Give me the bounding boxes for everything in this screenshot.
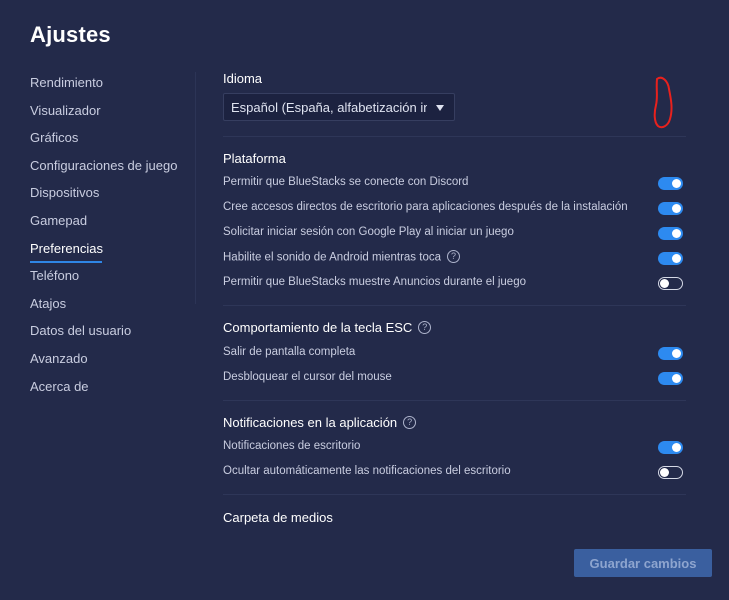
setting-row-discord: Permitir que BlueStacks se conecte con D… (223, 174, 686, 194)
sidebar-item-label: Datos del usuario (30, 323, 132, 339)
android-sound-toggle[interactable] (658, 252, 683, 265)
exit-fullscreen-toggle[interactable] (658, 347, 683, 360)
notifications-section-title-text: Notificaciones en la aplicación (223, 415, 398, 430)
setting-row-ads: Permitir que BlueStacks muestre Anuncios… (223, 274, 686, 294)
sidebar-item-telefono[interactable]: Teléfono (30, 266, 195, 294)
toggle-knob (672, 229, 681, 238)
setting-label: Desbloquear el cursor del mouse (223, 371, 392, 383)
desktop-notifications-toggle[interactable] (658, 441, 683, 454)
setting-row-google-play-login: Solicitar iniciar sesión con Google Play… (223, 224, 686, 244)
setting-row-unlock-cursor: Desbloquear el cursor del mouse (223, 369, 686, 389)
desktop-shortcuts-toggle[interactable] (658, 202, 683, 215)
toggle-knob (672, 349, 681, 358)
sidebar-item-label: Configuraciones de juego (30, 157, 178, 173)
setting-label: Ocultar automáticamente las notificacion… (223, 465, 511, 477)
toggle-knob (672, 443, 681, 452)
media-folder-section-title: Carpeta de medios (223, 510, 333, 525)
toggle-knob (672, 254, 681, 263)
section-divider (223, 400, 686, 401)
toggle-knob (660, 467, 669, 477)
toggle-knob (672, 204, 681, 213)
sidebar-item-label: Gamepad (30, 212, 88, 228)
platform-section-title: Plataforma (223, 151, 286, 166)
sidebar-item-preferencias[interactable]: Preferencias (30, 239, 195, 267)
setting-label: Permitir que BlueStacks muestre Anuncios… (223, 276, 526, 288)
section-divider (223, 494, 686, 495)
setting-label: Notificaciones de escritorio (223, 440, 361, 452)
ads-toggle[interactable] (658, 277, 683, 290)
help-icon[interactable]: ? (418, 321, 432, 335)
setting-label-text: Habilite el sonido de Android mientras t… (223, 251, 441, 264)
sidebar-item-rendimiento[interactable]: Rendimiento (30, 73, 195, 101)
sidebar-item-visualizador[interactable]: Visualizador (30, 101, 195, 129)
sidebar-item-label: Visualizador (30, 102, 101, 118)
sidebar-item-configuraciones-de-juego[interactable]: Configuraciones de juego (30, 156, 195, 184)
esc-section-title: Comportamiento de la tecla ESC? (223, 320, 432, 335)
sidebar-item-label: Rendimiento (30, 75, 103, 90)
unlock-cursor-toggle[interactable] (658, 372, 683, 385)
sidebar-item-label: Preferencias (30, 240, 103, 256)
setting-row-exit-fullscreen: Salir de pantalla completa (223, 344, 686, 364)
sidebar-item-label: Acerca de (30, 378, 89, 394)
toggle-knob (672, 374, 681, 383)
sidebar-item-label: Avanzado (30, 350, 88, 366)
sidebar-item-label: Gráficos (30, 130, 79, 146)
sidebar-item-label: Teléfono (30, 268, 80, 284)
setting-row-desktop-notifications: Notificaciones de escritorio (223, 438, 686, 458)
red-circle-annotation (653, 76, 673, 129)
sidebar-item-label: Atajos (30, 295, 67, 311)
sidebar-item-label: Dispositivos (30, 185, 100, 201)
section-divider (223, 305, 686, 306)
setting-row-auto-hide-notifications: Ocultar automáticamente las notificacion… (223, 463, 686, 483)
setting-label: Solicitar iniciar sesión con Google Play… (223, 226, 514, 238)
sidebar-item-gamepad[interactable]: Gamepad (30, 211, 195, 239)
toggle-knob (660, 278, 669, 288)
sidebar-divider (195, 72, 196, 304)
active-tab-indicator (30, 260, 102, 263)
sidebar-item-avanzado[interactable]: Avanzado (30, 349, 195, 377)
chevron-down-icon[interactable] (436, 105, 444, 111)
sidebar-item-graficos[interactable]: Gráficos (30, 128, 195, 156)
help-icon[interactable]: ? (403, 416, 417, 430)
language-select-value: Español (España, alfabetización internac… (231, 100, 427, 115)
sidebar-item-atajos[interactable]: Atajos (30, 294, 195, 322)
sidebar-nav: Rendimiento Visualizador Gráficos Config… (30, 73, 195, 404)
setting-label: Habilite el sonido de Android mientras t… (223, 250, 460, 264)
sidebar-item-acerca-de[interactable]: Acerca de (30, 377, 195, 405)
language-select[interactable]: Español (España, alfabetización internac… (223, 93, 455, 121)
section-divider (223, 136, 686, 137)
notifications-section-title: Notificaciones en la aplicación? (223, 415, 417, 430)
auto-hide-notifications-toggle[interactable] (658, 466, 683, 479)
sidebar-item-dispositivos[interactable]: Dispositivos (30, 183, 195, 211)
save-changes-button[interactable]: Guardar cambios (574, 549, 712, 577)
language-section-title: Idioma (223, 71, 263, 86)
page-title: Ajustes (30, 22, 111, 47)
setting-row-desktop-shortcuts: Cree accesos directos de escritorio para… (223, 199, 686, 219)
sidebar-item-datos-del-usuario[interactable]: Datos del usuario (30, 321, 195, 349)
help-icon[interactable]: ? (447, 250, 460, 263)
toggle-knob (672, 179, 681, 188)
esc-section-title-text: Comportamiento de la tecla ESC (223, 320, 413, 335)
google-play-login-toggle[interactable] (658, 227, 683, 240)
setting-label: Permitir que BlueStacks se conecte con D… (223, 176, 469, 188)
discord-toggle[interactable] (658, 177, 683, 190)
setting-row-android-sound: Habilite el sonido de Android mientras t… (223, 249, 686, 269)
setting-label: Cree accesos directos de escritorio para… (223, 201, 628, 213)
setting-label: Salir de pantalla completa (223, 346, 356, 358)
